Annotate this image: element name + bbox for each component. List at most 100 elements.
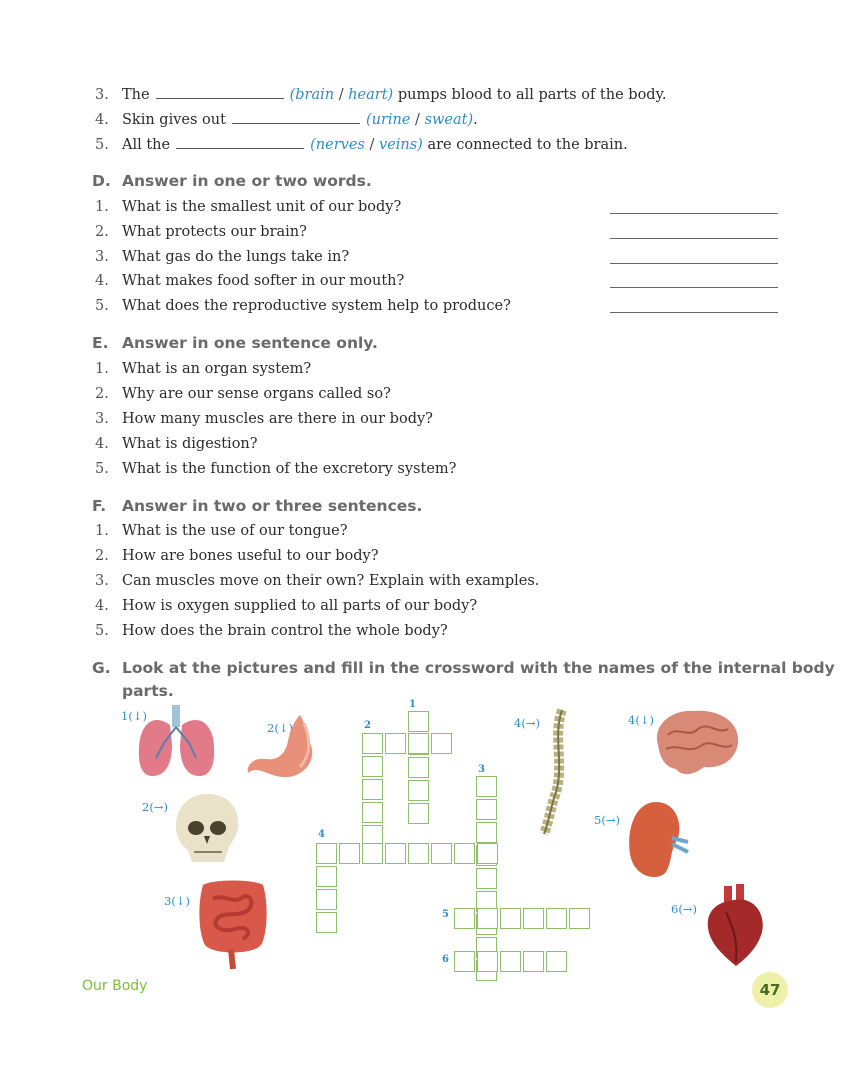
crossword-cell[interactable]: [500, 908, 521, 929]
crossword-cell[interactable]: [476, 822, 497, 843]
crossword-cell[interactable]: [477, 843, 498, 864]
brain-picture: [656, 710, 739, 775]
item-number: 4.: [95, 112, 109, 128]
answer-blank[interactable]: [176, 134, 305, 149]
item-number: 4.: [95, 598, 109, 614]
item-text: All the: [122, 137, 171, 153]
crossword-cell[interactable]: [408, 843, 429, 864]
clue-skull: 2(→): [142, 800, 168, 814]
crossword-cell[interactable]: [362, 756, 383, 777]
crossword-cell[interactable]: [523, 908, 544, 929]
crossword-cell[interactable]: [500, 951, 521, 972]
answer-line[interactable]: [610, 238, 778, 239]
section-title-cont: parts.: [122, 682, 174, 700]
section-heading-e: E. Answer in one sentence only.: [92, 334, 378, 352]
crossword-cell[interactable]: [362, 843, 383, 864]
crossword-cell[interactable]: [454, 843, 475, 864]
crossword-cell[interactable]: [408, 780, 429, 801]
item-number: 2.: [95, 224, 109, 240]
section-letter: E.: [92, 334, 109, 352]
item-number: 3.: [95, 411, 109, 427]
section-letter: F.: [92, 497, 107, 515]
clue-kidney: 5(→): [594, 813, 620, 827]
item-text: The: [122, 87, 150, 103]
item-number: 1.: [95, 199, 109, 215]
crossword-cell[interactable]: [408, 757, 429, 778]
fill-blank-4: 4. Skin gives out (urine / sweat).: [95, 109, 478, 130]
crossword-cell[interactable]: [431, 733, 452, 754]
crossword-cell[interactable]: [569, 908, 590, 929]
crossword-cell[interactable]: [408, 803, 429, 824]
crossword-number-2: 2: [364, 720, 371, 731]
crossword-cell[interactable]: [408, 711, 429, 732]
item-number: 2.: [95, 548, 109, 564]
crossword-cell[interactable]: [362, 802, 383, 823]
crossword-number-3: 3: [478, 764, 485, 775]
section-heading-g-cont: parts.: [122, 682, 174, 700]
question-text: What protects our brain?: [122, 224, 307, 240]
question-text: Can muscles move on their own? Explain w…: [122, 573, 540, 589]
question-d5: 5. What does the reproductive system help…: [95, 296, 511, 316]
fill-blank-5: 5. All the (nerves / veins) are connected …: [95, 134, 628, 155]
crossword-cell[interactable]: [454, 951, 475, 972]
option-1: urine: [371, 112, 411, 128]
crossword-cell[interactable]: [546, 908, 567, 929]
question-e3: 3. How many muscles are there in our body…: [95, 409, 433, 429]
answer-line[interactable]: [610, 263, 778, 264]
item-number: 4.: [95, 436, 109, 452]
chapter-name: Our Body: [82, 978, 148, 994]
crossword-cell[interactable]: [476, 799, 497, 820]
crossword-cell[interactable]: [431, 843, 452, 864]
crossword-cell[interactable]: [477, 951, 498, 972]
section-heading-d: D. Answer in one or two words.: [92, 172, 372, 190]
option-group: (urine / sweat): [365, 112, 474, 128]
crossword-cell[interactable]: [523, 951, 544, 972]
crossword-number-1: 1: [409, 699, 416, 710]
crossword-cell[interactable]: [408, 733, 429, 754]
answer-line[interactable]: [610, 213, 778, 214]
question-text: What is an organ system?: [122, 361, 312, 377]
crossword-cell[interactable]: [476, 776, 497, 797]
crossword-cell[interactable]: [362, 779, 383, 800]
stomach-picture: [247, 715, 313, 778]
item-number: 3.: [95, 249, 109, 265]
item-number: 2.: [95, 386, 109, 402]
question-f5: 5. How does the brain control the whole b…: [95, 621, 448, 641]
crossword-number-4: 4: [318, 829, 325, 840]
item-number: 5.: [95, 461, 109, 477]
skull-picture: [176, 794, 239, 862]
answer-line[interactable]: [610, 287, 778, 288]
question-text: What is the function of the excretory sy…: [122, 461, 457, 477]
crossword-cell[interactable]: [546, 951, 567, 972]
fill-blank-3: 3. The (brain / heart) pumps blood to all …: [95, 84, 666, 105]
section-title: Look at the pictures and fill in the cro…: [122, 659, 835, 677]
crossword-cell[interactable]: [477, 908, 498, 929]
question-text: What gas do the lungs take in?: [122, 249, 350, 265]
item-number: 3.: [95, 573, 109, 589]
crossword-cell[interactable]: [385, 843, 406, 864]
crossword-cell[interactable]: [316, 866, 337, 887]
crossword-cell[interactable]: [316, 843, 337, 864]
question-text: What is the smallest unit of our body?: [122, 199, 402, 215]
answer-blank[interactable]: [155, 84, 284, 99]
option-group: (nerves / veins): [310, 137, 423, 153]
section-title: Answer in one or two words.: [122, 172, 372, 190]
answer-line[interactable]: [610, 312, 778, 313]
crossword-cell[interactable]: [316, 889, 337, 910]
clue-intestine: 3(↓): [164, 894, 190, 908]
crossword-cell[interactable]: [385, 733, 406, 754]
section-letter: D.: [92, 172, 111, 190]
crossword-cell[interactable]: [316, 912, 337, 933]
clue-spine: 4(→): [514, 716, 540, 730]
crossword-cell[interactable]: [476, 868, 497, 889]
answer-blank[interactable]: [231, 109, 360, 124]
crossword-cell[interactable]: [339, 843, 360, 864]
item-number: 5.: [95, 623, 109, 639]
option-2: sweat: [424, 112, 468, 128]
crossword-cell[interactable]: [454, 908, 475, 929]
section-title: Answer in two or three sentences.: [122, 497, 423, 515]
question-e4: 4. What is digestion?: [95, 434, 258, 454]
intestine-picture: [199, 880, 267, 970]
question-d2: 2. What protects our brain?: [95, 222, 307, 242]
crossword-cell[interactable]: [362, 733, 383, 754]
